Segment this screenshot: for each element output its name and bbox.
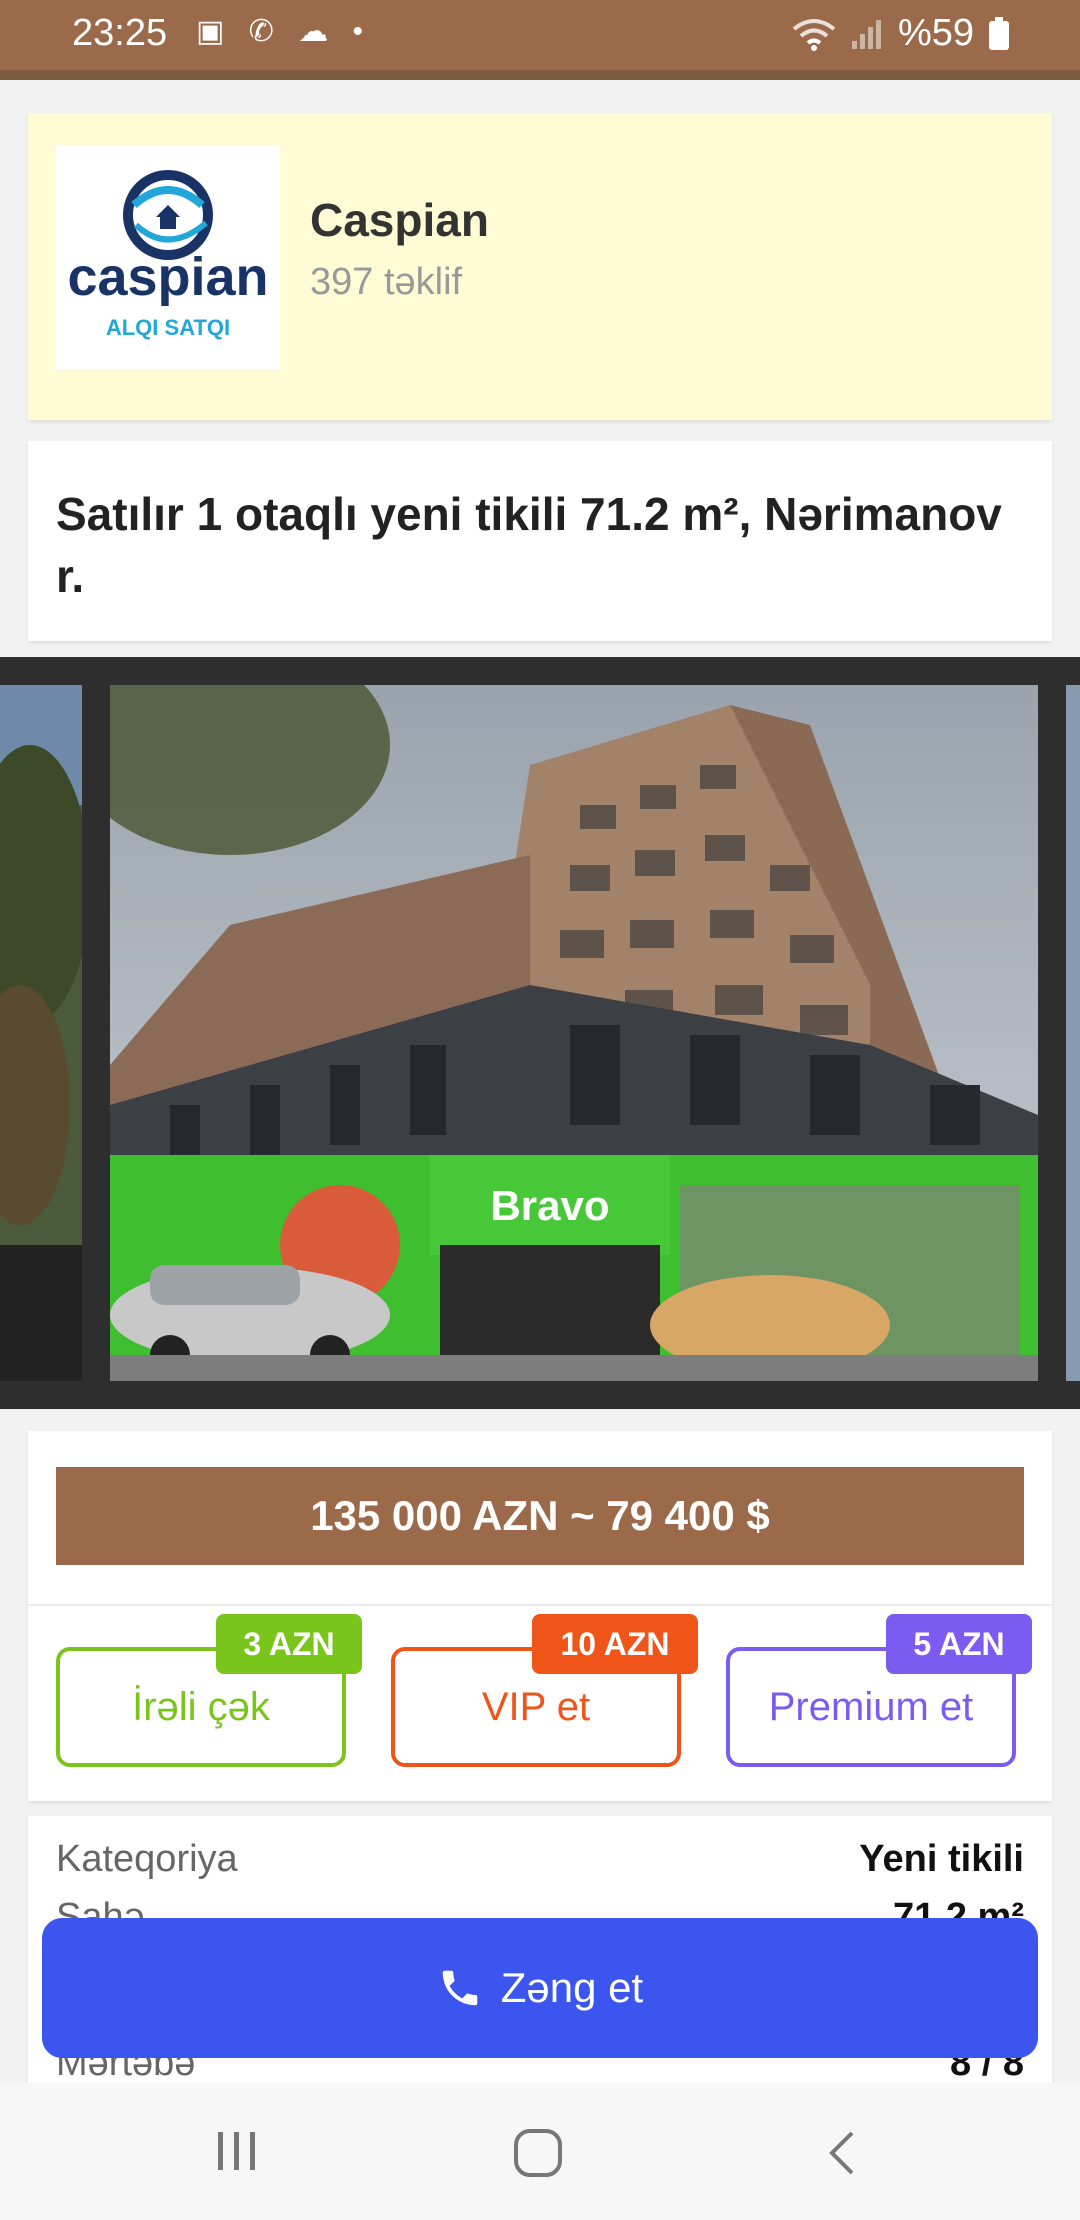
recent-apps-icon[interactable] [212,2128,262,2174]
status-time: 23:25 [72,12,168,54]
agency-logo[interactable]: caspian ALQI SATQI [56,145,280,369]
system-nav-bar [0,2083,1080,2220]
battery-level: %59 [897,12,974,54]
promote-forward-price-badge: 3 AZN [216,1614,362,1674]
vip-price-badge: 10 AZN [532,1614,698,1674]
gallery-photo-prev[interactable] [0,685,82,1381]
call-button[interactable]: Zəng et [42,1918,1038,2058]
status-bar: 23:25 ▣ ✆ ☁ • %59 [0,0,1080,80]
price-card: 135 000 AZN ~ 79 400 $ İrəli çək 3 AZN V… [28,1431,1052,1801]
promote-forward-label: İrəli çək [132,1684,270,1729]
svg-text:ALQI SATQI: ALQI SATQI [106,315,230,340]
call-button-label: Zəng et [500,1964,644,2011]
wifi-icon [792,18,836,51]
gallery-photo-next[interactable] [1066,685,1080,1381]
back-icon[interactable] [822,2127,862,2179]
listing-title: Satılır 1 otaqlı yeni tikili 71.2 m², Nə… [56,488,1002,602]
notification-icons: ▣ ✆ ☁ • [196,14,371,49]
photo-gallery[interactable]: Bravo [0,657,1080,1409]
price-banner: 135 000 AZN ~ 79 400 $ [56,1467,1024,1565]
dot-icon: • [352,15,372,48]
gallery-photo-main[interactable]: Bravo [110,685,1038,1381]
gallery-icon: ▣ [196,15,233,48]
agency-card[interactable]: caspian ALQI SATQI Caspian 397 təklif [28,113,1052,420]
phone-icon [442,1970,478,2006]
premium-label: Premium et [768,1684,974,1729]
svg-text:caspian: caspian [67,247,268,307]
home-icon[interactable] [512,2127,564,2179]
detail-value: Yeni tikili [859,1838,1024,1880]
agency-offer-count: 397 təklif [310,261,463,303]
battery-icon [989,16,1009,50]
premium-price-badge: 5 AZN [886,1614,1032,1674]
storefront-sign: Bravo [490,1182,609,1229]
cloud-icon: ☁ [298,15,337,48]
vip-label: VIP et [481,1684,591,1729]
detail-key: Kateqoriya [56,1838,238,1880]
whatsapp-icon: ✆ [248,15,282,48]
listing-title-card: Satılır 1 otaqlı yeni tikili 71.2 m², Nə… [28,441,1052,641]
signal-icon [851,19,881,49]
agency-name[interactable]: Caspian [310,193,489,247]
